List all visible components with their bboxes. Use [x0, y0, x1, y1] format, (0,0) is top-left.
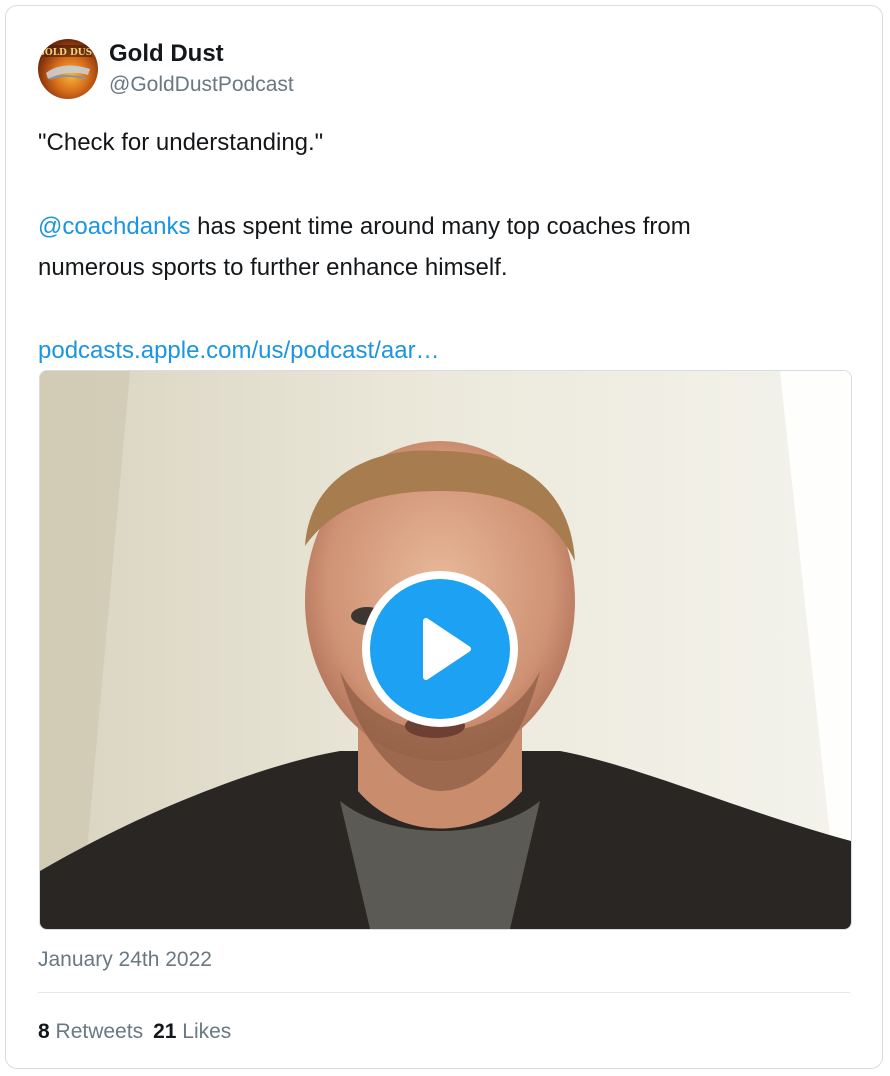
podcast-link[interactable]: podcasts.apple.com/us/podcast/aar… — [38, 337, 440, 364]
tweet-text-line: podcasts.apple.com/us/podcast/aar… — [38, 330, 440, 371]
tweet-text-line: "Check for understanding." — [38, 129, 324, 156]
play-button[interactable] — [362, 571, 518, 727]
tweet-text-line: @coachdanks has spent time around many t… — [38, 206, 691, 247]
author-avatar[interactable]: GOLD DUST — [38, 39, 98, 99]
retweets-stat[interactable]: 8 Retweets — [38, 1018, 143, 1046]
tweet-stats: 8 Retweets 21 Likes — [38, 1018, 241, 1046]
retweets-label: Retweets — [55, 1020, 144, 1043]
retweets-count: 8 — [38, 1020, 50, 1043]
avatar-logo-image: GOLD DUST — [38, 45, 98, 80]
tweet-date[interactable]: January 24th 2022 — [38, 946, 212, 974]
likes-count: 21 — [153, 1020, 177, 1043]
author-name[interactable]: Gold Dust — [109, 40, 224, 68]
tweet-card: GOLD DUST Gold Dust @GoldDustPodcast "Ch… — [5, 5, 883, 1069]
divider — [38, 992, 850, 993]
tweet-text-line: numerous sports to further enhance himse… — [38, 254, 508, 281]
author-handle[interactable]: @GoldDustPodcast — [109, 72, 294, 98]
mention-link[interactable]: @coachdanks — [38, 213, 190, 240]
video-thumbnail[interactable] — [39, 370, 852, 930]
tweet-text-segment: has spent time around many top coaches f… — [190, 213, 691, 240]
play-icon — [423, 618, 471, 680]
play-button-circle — [370, 579, 510, 719]
avatar-logo-text: GOLD DUST — [38, 48, 98, 58]
likes-stat[interactable]: 21 Likes — [153, 1018, 231, 1046]
likes-label: Likes — [182, 1020, 232, 1043]
